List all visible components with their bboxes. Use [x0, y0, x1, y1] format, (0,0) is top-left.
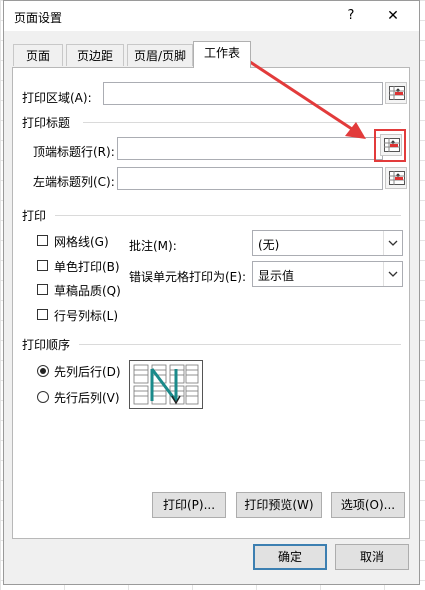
print-preview-button[interactable]: 打印预览(W) — [236, 492, 322, 518]
cell-errors-label: 错误单元格打印为(E): — [129, 270, 246, 284]
print-heading: 打印 — [22, 209, 47, 223]
page-order-heading: 打印顺序 — [22, 338, 71, 352]
chevron-down-icon — [383, 262, 402, 286]
divider — [79, 344, 401, 345]
draft-quality-label: 草稿品质(Q) — [54, 284, 121, 298]
collapse-dialog-icon — [389, 86, 405, 100]
tab-sheet[interactable]: 工作表 — [193, 41, 251, 68]
row-col-headings-checkbox[interactable] — [37, 309, 48, 320]
tab-margins[interactable]: 页边距 — [66, 44, 124, 66]
collapse-dialog-icon — [389, 171, 405, 185]
cols-to-repeat-label: 左端标题列(C): — [33, 175, 115, 189]
cell-errors-value: 显示值 — [258, 269, 295, 283]
over-then-down-label: 先行后列(V) — [54, 391, 120, 405]
tab-header-footer[interactable]: 页眉/页脚 — [127, 44, 193, 66]
cancel-button[interactable]: 取消 — [335, 544, 409, 570]
draft-quality-checkbox[interactable] — [37, 284, 48, 295]
black-white-checkbox[interactable] — [37, 260, 48, 271]
sheet-tab-panel: 打印区域(A): 打印标题 顶端标题行(R): 左端标题列(C): 打印 网格线… — [12, 67, 410, 539]
page-order-icon — [133, 364, 199, 405]
down-then-over-label: 先列后行(D) — [54, 365, 121, 379]
gridlines-checkbox[interactable] — [37, 235, 48, 246]
cols-collapse-button[interactable] — [385, 167, 407, 189]
down-then-over-radio[interactable] — [37, 365, 49, 377]
comments-select[interactable]: (无) — [252, 230, 403, 256]
print-button[interactable]: 打印(P)... — [152, 492, 226, 518]
divider — [55, 215, 401, 216]
rows-to-repeat-input[interactable] — [117, 137, 383, 160]
gridlines-label: 网格线(G) — [54, 235, 109, 249]
print-area-collapse-button[interactable] — [385, 82, 407, 104]
radio-selected-dot — [40, 368, 46, 374]
rows-to-repeat-label: 顶端标题行(R): — [33, 145, 115, 159]
help-button[interactable]: ? — [341, 6, 361, 26]
ok-button[interactable]: 确定 — [253, 544, 327, 570]
options-button[interactable]: 选项(O)... — [331, 492, 405, 518]
page-order-preview — [129, 360, 203, 409]
chevron-down-icon — [383, 231, 402, 255]
row-col-headings-label: 行号列标(L) — [54, 309, 119, 323]
black-white-label: 单色打印(B) — [54, 260, 120, 274]
rows-collapse-button[interactable] — [380, 134, 402, 156]
comments-value: (无) — [258, 238, 280, 252]
print-area-label: 打印区域(A): — [22, 91, 92, 105]
over-then-down-radio[interactable] — [37, 391, 49, 403]
collapse-dialog-icon — [384, 138, 400, 152]
title-bar: 页面设置 ? ✕ — [4, 1, 419, 31]
divider — [83, 122, 401, 123]
cell-errors-select[interactable]: 显示值 — [252, 261, 403, 287]
cols-to-repeat-input[interactable] — [117, 167, 383, 190]
close-button[interactable]: ✕ — [383, 6, 403, 26]
page-setup-dialog: 页面设置 ? ✕ 页面 页边距 页眉/页脚 工作表 打印区域(A): 打印标题 … — [3, 0, 420, 585]
comments-label: 批注(M): — [129, 239, 177, 253]
dialog-title: 页面设置 — [14, 11, 63, 25]
print-titles-heading: 打印标题 — [22, 116, 71, 130]
tab-page[interactable]: 页面 — [13, 44, 63, 66]
print-area-input[interactable] — [103, 82, 383, 105]
